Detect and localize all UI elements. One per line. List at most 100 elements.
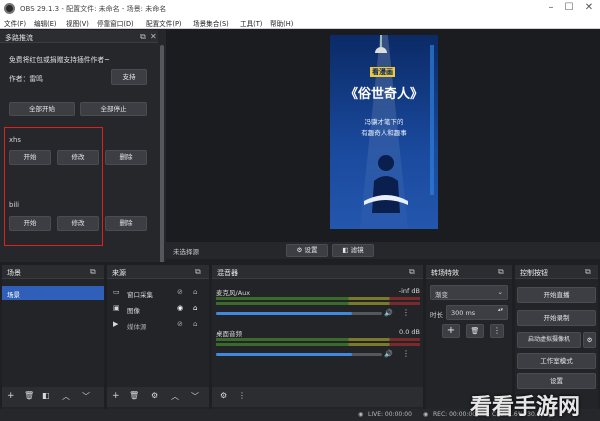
source-name: 窗口采集 xyxy=(127,291,153,299)
close-dock-icon[interactable]: ✕ xyxy=(150,32,157,41)
trash-icon[interactable]: 🗑 xyxy=(129,391,139,400)
poster-line-2: 有趣奇人和趣事 xyxy=(361,129,407,137)
menu-scene-collection[interactable]: 场景集合(S) xyxy=(193,18,229,28)
menu-view[interactable]: 视图(V) xyxy=(66,18,89,28)
filters-text: 滤镜 xyxy=(350,246,364,254)
xhs-edit-button[interactable]: 修改 xyxy=(57,150,99,165)
minimize-icon[interactable]: – xyxy=(544,2,558,15)
chevron-down-icon: ⌄ xyxy=(497,288,503,296)
bili-start-button[interactable]: 开始 xyxy=(9,216,51,231)
sources-float-icon[interactable]: ⧉ xyxy=(195,267,201,277)
more-icon[interactable]: ⋮ xyxy=(402,349,410,358)
watermark: 看看手游网 xyxy=(470,395,581,420)
menu-edit[interactable]: 编辑(E) xyxy=(34,18,57,28)
scenes-toolbar: + 🗑 ◧ ︿ ﹀ xyxy=(2,387,104,407)
mixer-dock: 混音器 ⧉ 麦克风/Aux -inf dB 🔊 ⋮ 桌面音频 0.0 dB 🔊 … xyxy=(212,265,423,419)
channel-level: 0.0 dB xyxy=(399,328,420,336)
stop-all-button[interactable]: 全部停止 xyxy=(80,102,147,116)
hidden-eye-icon[interactable]: ⊘ xyxy=(177,320,183,328)
live-time: LIVE: 00:00:00 xyxy=(368,411,412,418)
source-row[interactable]: ▶ 媒体源 ⊘ ⌂ xyxy=(111,319,209,333)
window-icon: ▭ xyxy=(113,288,120,296)
source-name: 图像 xyxy=(127,307,140,315)
transition-select[interactable]: 渐变 ⌄ xyxy=(430,285,508,300)
start-virtual-camera-button[interactable]: 启动虚拟摄像机 xyxy=(517,332,581,348)
bili-delete-button[interactable]: 删除 xyxy=(105,216,147,231)
xhs-delete-button[interactable]: 删除 xyxy=(105,150,147,165)
support-button[interactable]: 支持 xyxy=(111,69,147,85)
xhs-start-button[interactable]: 开始 xyxy=(9,150,51,165)
notice-text: 免费将红包或捐赠支持插件作者~ xyxy=(9,56,110,64)
poster-line-1: 冯骥才笔下的 xyxy=(364,118,404,126)
live-icon: ◉ xyxy=(358,411,364,418)
gear-icon[interactable]: ⚙ xyxy=(220,391,227,400)
duration-value: 300 ms xyxy=(451,309,476,317)
source-settings-button[interactable]: ⚙ 设置 xyxy=(286,244,328,257)
trash-icon[interactable]: 🗑 xyxy=(466,324,484,338)
start-streaming-button[interactable]: 开始直播 xyxy=(517,287,596,303)
lock-icon[interactable]: ⌂ xyxy=(193,304,197,312)
filter-icon[interactable]: ◧ xyxy=(42,391,50,400)
canvas-edge xyxy=(430,45,434,195)
author-label: 作者：雷鸣 xyxy=(9,75,43,83)
menu-profile[interactable]: 配置文件(P) xyxy=(146,18,182,28)
transition-value: 渐变 xyxy=(435,291,448,299)
preview-canvas[interactable]: 看漫画 《俗世奇人》 冯骥才笔下的 有趣奇人和趣事 xyxy=(330,35,438,229)
more-icon[interactable]: ⋮ xyxy=(238,391,246,400)
dock-scrollbar[interactable] xyxy=(158,30,166,270)
start-recording-button[interactable]: 开始录制 xyxy=(517,310,596,326)
more-icon[interactable]: ⋮ xyxy=(402,308,410,317)
volume-slider-fill xyxy=(216,312,353,315)
hidden-eye-icon[interactable]: ⊘ xyxy=(177,288,183,296)
source-name: 媒体源 xyxy=(127,323,147,331)
trash-icon[interactable]: 🗑 xyxy=(24,391,34,400)
menu-file[interactable]: 文件(F) xyxy=(4,18,26,28)
down-icon[interactable]: ﹀ xyxy=(82,391,90,402)
source-row[interactable]: ▭ 窗口采集 ⊘ ⌂ xyxy=(111,287,209,301)
transitions-float-icon[interactable]: ⧉ xyxy=(498,267,504,277)
controls-float-icon[interactable]: ⧉ xyxy=(585,267,591,277)
add-transition-button[interactable]: + xyxy=(442,324,460,338)
close-icon[interactable]: ✕ xyxy=(582,2,596,15)
transitions-title: 转场特效 xyxy=(431,269,459,277)
mixer-float-icon[interactable]: ⧉ xyxy=(409,267,415,277)
down-icon[interactable]: ﹀ xyxy=(191,391,199,402)
lamp-icon xyxy=(375,47,387,53)
speaker-icon[interactable]: 🔊 xyxy=(384,309,393,317)
up-icon[interactable]: ︿ xyxy=(62,391,70,402)
bili-edit-button[interactable]: 修改 xyxy=(57,216,99,231)
speaker-icon[interactable]: 🔊 xyxy=(384,350,393,358)
add-icon[interactable]: + xyxy=(7,391,15,401)
gear-icon[interactable]: ⚙ xyxy=(151,391,158,400)
add-icon[interactable]: + xyxy=(112,391,120,401)
up-icon[interactable]: ︿ xyxy=(171,391,179,402)
sources-title: 来源 xyxy=(112,269,126,277)
sources-header: 来源 xyxy=(107,265,209,279)
settings-text: 设置 xyxy=(304,246,318,254)
scene-item[interactable]: 场景 xyxy=(2,286,104,300)
virtual-camera-gear-icon[interactable]: ⚙ xyxy=(583,332,596,348)
unlock-icon[interactable]: ⌂ xyxy=(193,288,197,296)
duration-input[interactable]: 300 ms ▴▾ xyxy=(446,305,508,320)
dock-title-text: 多路推流 xyxy=(5,34,33,42)
menu-help[interactable]: 帮助(H) xyxy=(270,18,293,28)
menu-docks[interactable]: 停靠窗口(D) xyxy=(97,18,134,28)
mixer-title: 混音器 xyxy=(217,269,238,277)
scrollbar-thumb[interactable] xyxy=(160,45,164,270)
controls-title: 控制按钮 xyxy=(520,269,548,277)
source-filters-button[interactable]: ◧ 滤镜 xyxy=(332,244,374,257)
more-icon[interactable]: ⋮ xyxy=(490,324,504,338)
unlock-icon[interactable]: ⌂ xyxy=(193,320,197,328)
menu-tools[interactable]: 工具(T) xyxy=(240,18,262,28)
source-row[interactable]: ▣ 图像 ◉ ⌂ xyxy=(111,303,209,317)
level-meter xyxy=(216,343,420,346)
studio-mode-button[interactable]: 工作室模式 xyxy=(517,353,596,369)
obs-logo-icon xyxy=(4,3,15,14)
mixer-header: 混音器 xyxy=(212,265,423,279)
scenes-float-icon[interactable]: ⧉ xyxy=(90,267,96,277)
maximize-icon[interactable]: ☐ xyxy=(562,2,576,15)
eye-icon[interactable]: ◉ xyxy=(177,304,183,312)
settings-button[interactable]: 设置 xyxy=(517,373,596,389)
float-icon[interactable]: ⧉ xyxy=(140,32,146,42)
start-all-button[interactable]: 全部开始 xyxy=(9,102,75,116)
